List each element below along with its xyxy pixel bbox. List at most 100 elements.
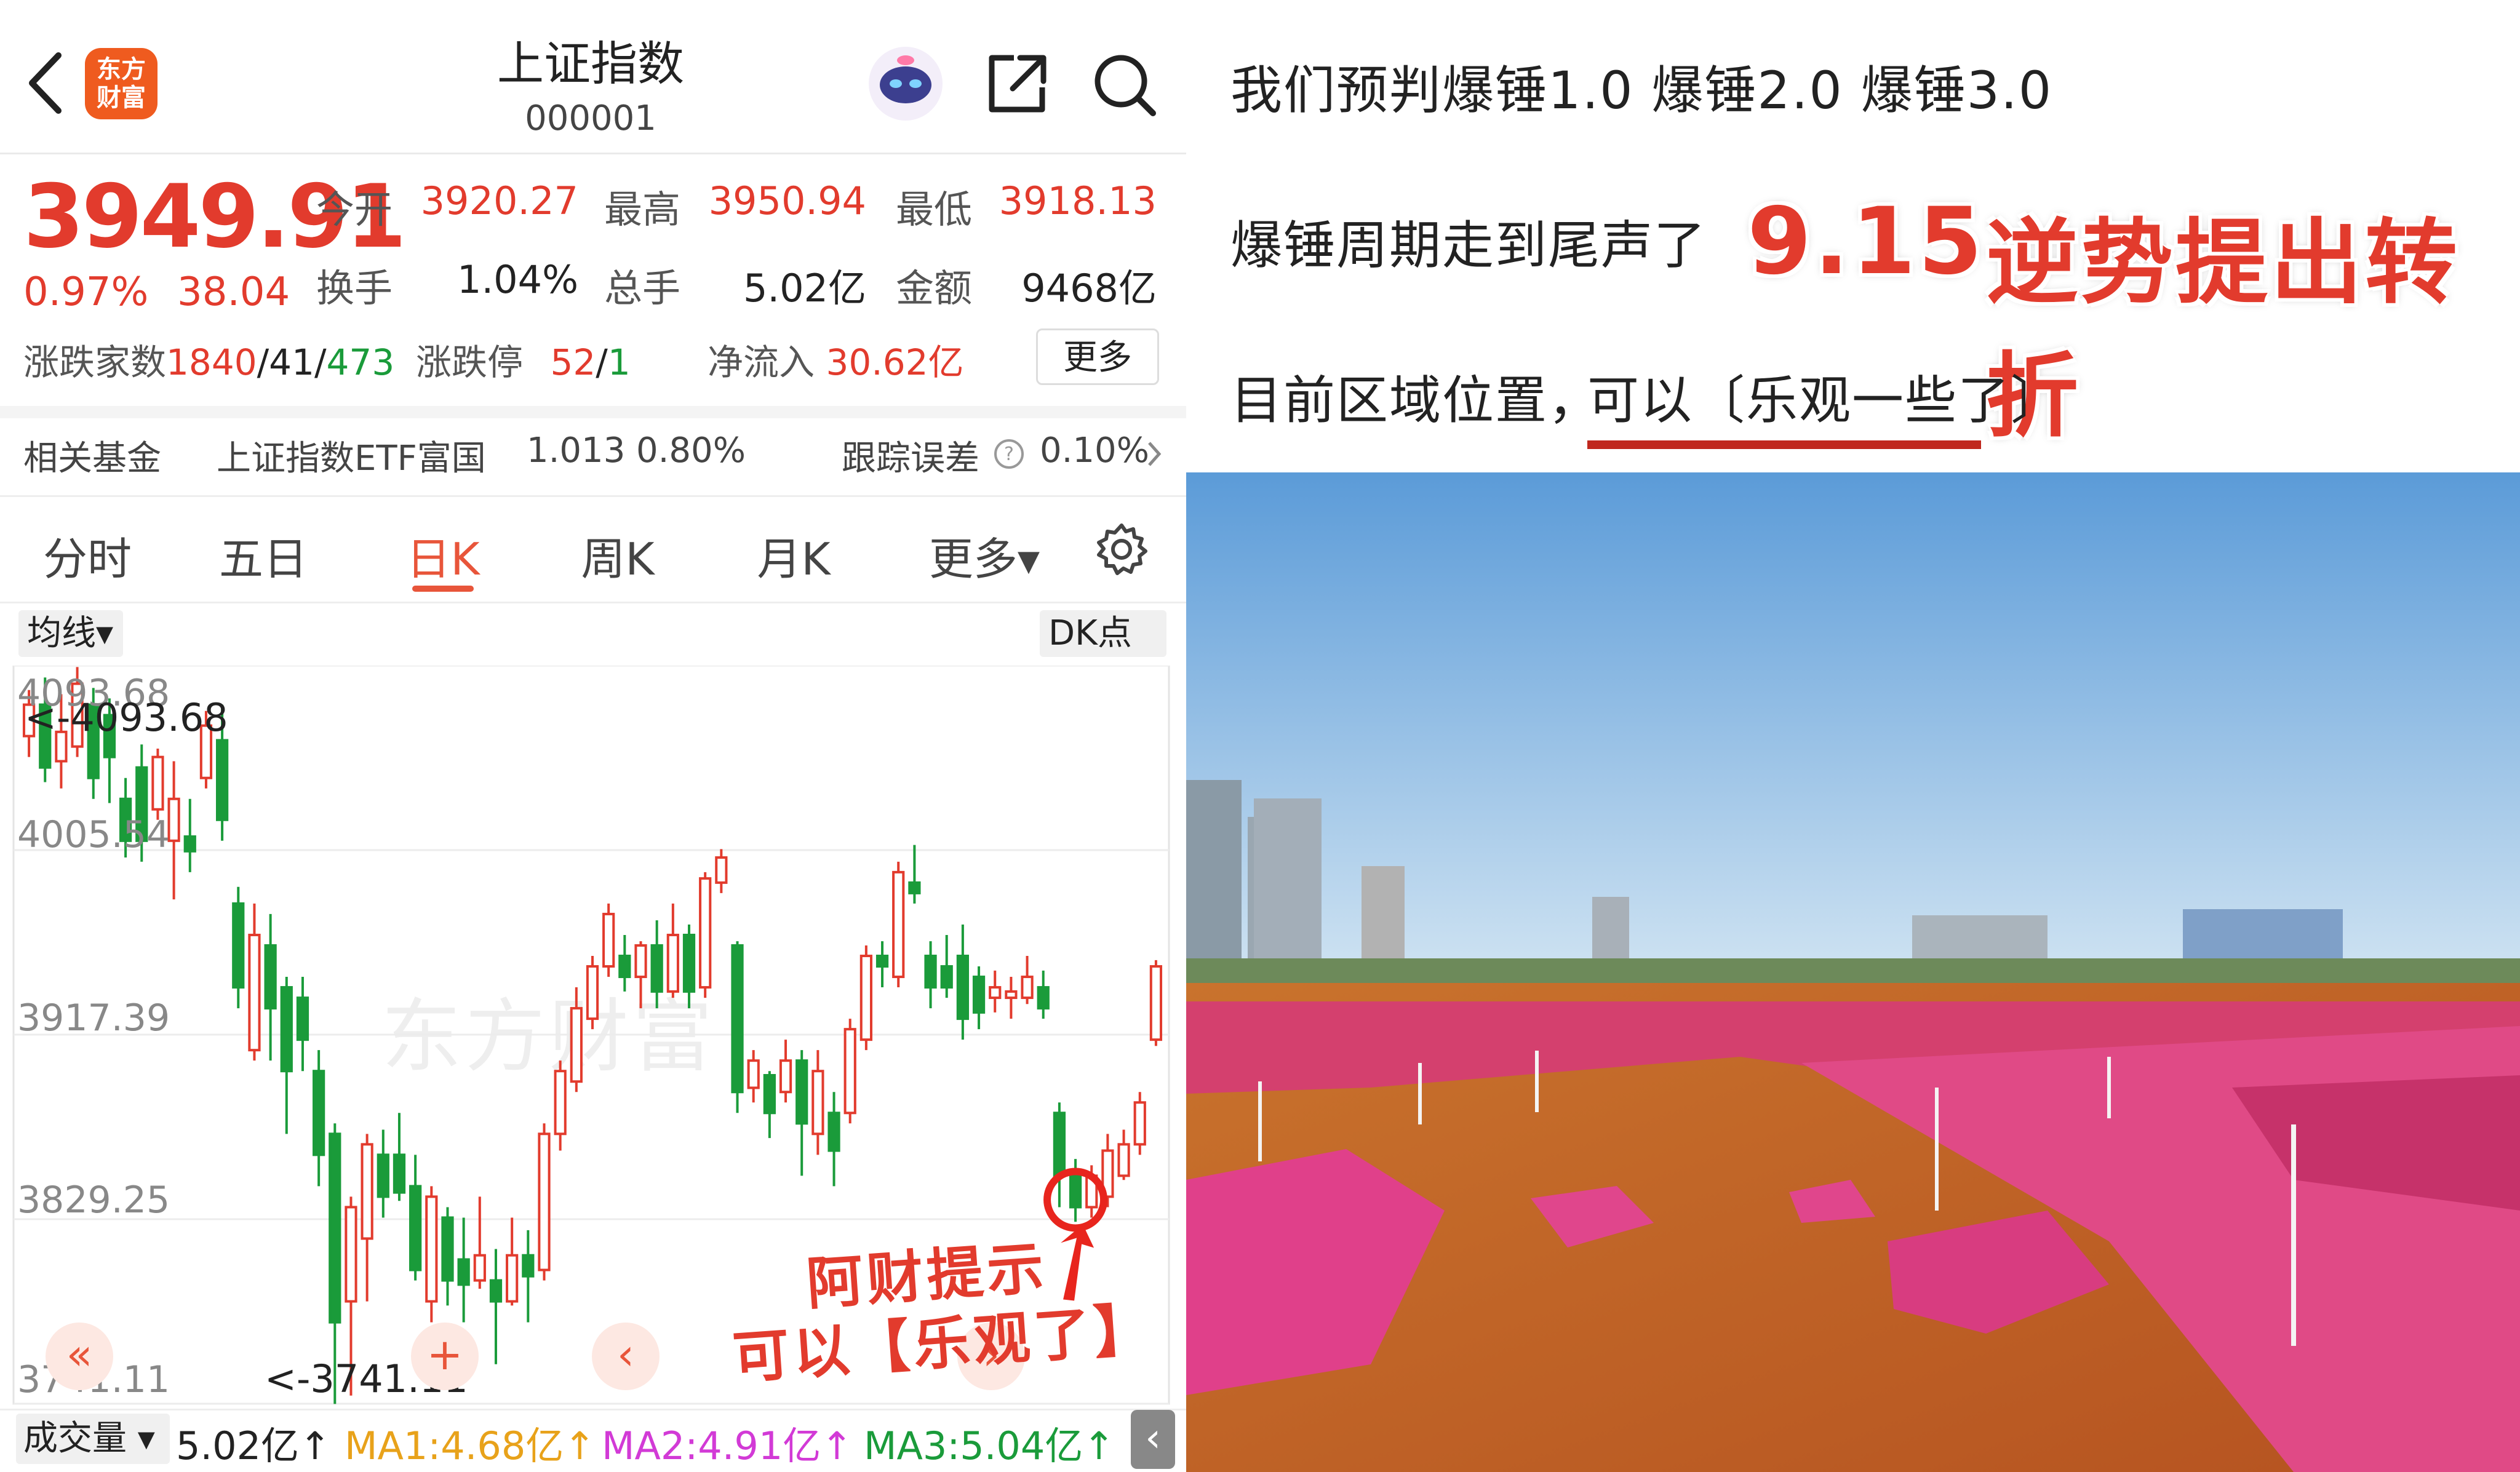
candle	[522, 1230, 535, 1323]
high-label: 最高	[604, 187, 681, 232]
candle	[538, 1123, 551, 1281]
dk-point-toggle[interactable]: DK点	[1040, 610, 1166, 657]
candle-body-up	[425, 1195, 438, 1303]
candle	[1149, 960, 1163, 1046]
candle	[779, 1040, 792, 1103]
candle	[586, 956, 599, 1030]
amount-value: 9468亿	[1021, 266, 1157, 311]
tab-more[interactable]: 更多▾	[911, 523, 1058, 587]
candle	[457, 1217, 470, 1323]
candle	[908, 845, 921, 904]
candle	[634, 941, 647, 1009]
collapse-icon[interactable]: ‹	[1131, 1410, 1175, 1469]
candle-body-down	[972, 976, 986, 1014]
fund-pct: 0.80%	[636, 431, 746, 471]
change-percent: 0.97%	[23, 269, 149, 315]
candle-body-down	[956, 955, 969, 1020]
help-icon[interactable]: ?	[993, 438, 1025, 470]
index-code: 000001	[525, 98, 656, 138]
candle-body-down	[457, 1258, 470, 1286]
breadth-stat: 涨跌家数1840/41/473	[23, 333, 394, 385]
candle	[361, 1134, 373, 1302]
limit-down-count: 1	[607, 341, 631, 383]
candle	[489, 1249, 503, 1364]
down-count: 473	[326, 341, 395, 383]
candle-body-down	[409, 1185, 422, 1271]
candle	[618, 934, 631, 992]
candle	[892, 861, 905, 988]
change-points: 38.04	[177, 269, 290, 315]
candle	[875, 941, 889, 988]
chevron-right-icon[interactable]	[1146, 439, 1163, 469]
candle-body-up	[506, 1254, 519, 1303]
candle	[924, 941, 937, 1009]
candle-body-down	[908, 881, 921, 894]
candle	[1037, 970, 1050, 1019]
candle-body-down	[924, 955, 937, 989]
candle	[280, 977, 293, 1134]
candle-body-down	[264, 944, 277, 1010]
divider	[0, 495, 1186, 497]
high-marker-label: <-4093.68	[25, 695, 228, 740]
open-value: 3920.27	[420, 178, 578, 223]
commentary-line-3: 目前区域位置，	[1230, 370, 1601, 431]
candle-body-up	[892, 870, 905, 979]
candle-body-down	[296, 997, 309, 1041]
rewind-icon[interactable]: «	[46, 1323, 113, 1390]
slash: /	[314, 341, 327, 383]
candle	[1117, 1129, 1130, 1180]
candle-body-up	[699, 877, 712, 989]
candle-body-down	[441, 1216, 454, 1282]
tab-monthly-k[interactable]: 月K	[720, 523, 867, 587]
candle-body-up	[167, 797, 180, 842]
fund-label: 相关基金	[23, 439, 161, 479]
inflow-stat: 净流入 30.62亿	[708, 333, 964, 385]
candle	[715, 849, 728, 893]
ai-assistant-icon[interactable]	[866, 44, 945, 123]
candle-body-down	[329, 1132, 341, 1324]
candle-body-up	[345, 1206, 357, 1303]
commentary-line-2: 爆锤周期走到尾声了	[1230, 215, 1707, 276]
y-tick-label: 3829.25	[17, 1179, 170, 1222]
eastmoney-logo: 东方 财富	[85, 48, 158, 119]
candle-body-up	[473, 1254, 486, 1282]
tab-intraday[interactable]: 分时	[14, 523, 161, 587]
y-tick-label: 3917.39	[17, 997, 170, 1040]
candle	[183, 798, 196, 872]
chevron-left-icon[interactable]: ‹	[592, 1323, 660, 1390]
candle	[441, 1207, 454, 1306]
open-label: 今开	[316, 187, 393, 232]
candle	[296, 977, 309, 1072]
tab-weekly-k[interactable]: 周K	[544, 523, 692, 587]
tab-five-day[interactable]: 五日	[189, 523, 337, 587]
search-icon[interactable]	[1090, 50, 1158, 118]
candle-body-up	[554, 1070, 567, 1136]
candle-body-down	[522, 1254, 535, 1278]
more-button[interactable]: 更多	[1036, 328, 1159, 385]
highlight-text: 逆势提出转折	[1986, 210, 2460, 450]
fund-name[interactable]: 上证指数ETF富国	[217, 431, 486, 480]
candle-body-up	[715, 856, 728, 884]
candle-body-down	[795, 1059, 808, 1125]
limit-stat: 涨跌停 52/1	[416, 333, 631, 385]
back-arrow-icon[interactable]	[25, 49, 68, 117]
candle-body-down	[216, 739, 229, 821]
candle-body-up	[747, 1059, 760, 1089]
tab-daily-k[interactable]: 日K	[369, 523, 517, 587]
candle-body-down	[650, 944, 663, 993]
commentary-panel: 我们预判爆锤1.0 爆锤2.0 爆锤3.0 爆锤周期走到尾声了 9.15 逆势提…	[1186, 0, 2520, 1472]
candle	[377, 1129, 389, 1218]
candle-body-down	[940, 965, 953, 989]
zoom-in-icon[interactable]: +	[411, 1323, 479, 1390]
candle-body-up	[361, 1143, 373, 1240]
candle-body-down	[618, 955, 631, 979]
candle	[409, 1155, 422, 1281]
share-icon[interactable]	[983, 50, 1051, 118]
settings-gear-icon[interactable]	[1094, 522, 1149, 577]
candle-body-down	[280, 986, 293, 1073]
indicator-selector[interactable]: 成交量 ▾	[16, 1414, 170, 1464]
candle	[795, 1050, 808, 1176]
candle-body-down	[489, 1279, 503, 1303]
candle-body-down	[393, 1153, 406, 1194]
ma-selector[interactable]: 均线▾	[18, 610, 123, 657]
